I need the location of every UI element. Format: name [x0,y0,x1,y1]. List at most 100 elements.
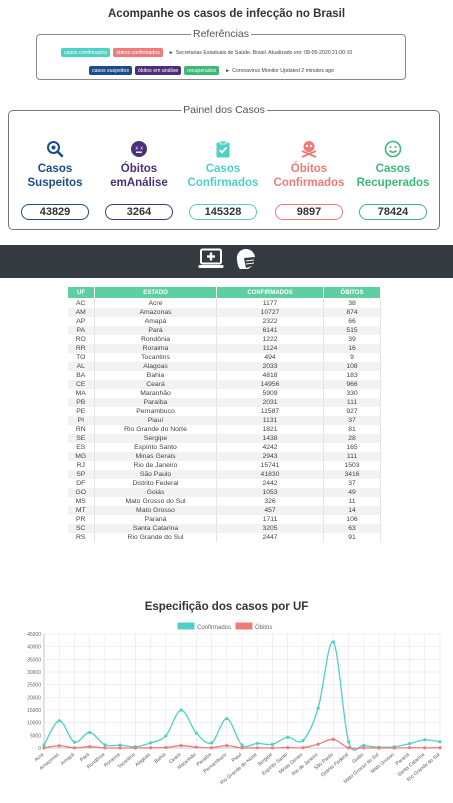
cell-uf: SC [67,524,95,533]
cell-estado: Sergipe [94,434,217,443]
cell-uf: RO [67,335,95,344]
data-point [331,640,335,644]
cell-estado: Paraná [94,515,217,524]
table-row: PE Pernambuco 11587 927 [67,407,381,416]
data-point [240,743,244,747]
data-point [423,738,427,742]
cell-confirmados: 1131 [216,416,324,425]
card-value: 78424 [359,204,427,220]
table-row: MG Minas Gerais 2943 111 [67,452,381,461]
card-label: Casos Recuperados [356,163,430,189]
cell-obitos: 108 [323,362,381,371]
tag-obitos-confirmados: óbitos confirmados [113,48,163,57]
cell-uf: PE [67,407,95,416]
y-tick-label: 30000 [27,670,41,676]
cell-obitos: 37 [323,416,381,425]
table-row: RR Roraima 1124 16 [67,344,381,353]
table-row: SP São Paulo 41830 3416 [67,470,381,479]
data-point [57,719,61,723]
cell-confirmados: 326 [216,497,324,506]
cell-estado: Bahia [94,371,217,380]
data-point [149,746,153,750]
cell-uf: RS [67,533,95,542]
clipboard-check-icon [185,140,261,160]
y-tick-label: 10000 [27,721,41,727]
data-point [438,740,442,744]
table-row: GO Goiás 1053 49 [67,488,381,497]
cell-uf: MG [67,452,95,461]
cell-uf: CE [67,380,95,389]
table-row: RO Rondônia 1222 39 [67,335,381,344]
column-header: UF [67,286,95,299]
x-tick-label: Tocantins [117,752,137,770]
cell-uf: AC [67,298,95,308]
data-point [88,745,92,749]
column-header: CONFIRMADOS [216,286,324,299]
cell-obitos: 37 [323,479,381,488]
data-point [209,746,214,750]
card-value: 9897 [275,204,343,220]
data-point [133,746,137,750]
cell-confirmados: 5909 [216,389,324,398]
data-point [316,706,320,710]
card-label: Casos Suspeitos [27,163,83,189]
cell-estado: Maranhão [94,389,217,398]
legend-swatch [235,622,253,630]
laptop-medical-icon[interactable] [198,248,224,275]
view-toggle-bar [0,245,453,278]
cell-obitos: 66 [323,317,381,326]
cell-obitos: 515 [323,326,381,335]
reference-row-2: casos suspeitos óbitos em análise recupe… [89,66,334,75]
table-row: PA Pará 6141 515 [67,326,381,335]
data-point [286,735,290,739]
data-point [301,738,305,743]
x-tick-label: Bahia [153,752,167,765]
legend-swatch [177,622,195,630]
cell-confirmados: 14956 [216,380,324,389]
data-point [179,743,183,748]
table-row: BA Bahia 4818 183 [67,371,381,380]
data-point [392,746,396,750]
cell-estado: Minas Gerais [94,452,217,461]
cell-uf: SE [67,434,95,443]
card-obitos-em-analise: xx Óbitos emAnálise 3264 [101,140,177,220]
card-value: 43829 [21,204,89,220]
cell-obitos: 9 [323,353,381,362]
cell-obitos: 874 [323,308,381,317]
line-chart: Confirmados Óbitos 0 5000 10000 15000 20000 250… [27,622,442,786]
search-virus-icon [17,140,93,160]
cell-confirmados: 1222 [216,335,324,344]
table-row: PB Paraíba 2031 111 [67,398,381,407]
data-point [423,746,427,750]
cell-uf: MS [67,497,95,506]
data-point [301,746,305,750]
cell-estado: Acre [94,298,217,308]
cell-obitos: 927 [323,407,381,416]
cell-uf: SP [67,470,95,479]
table-row: MS Mato Grosso do Sul 326 11 [67,497,381,506]
table-row: AC Acre 1177 38 [67,298,381,308]
cell-obitos: 11 [323,497,381,506]
arrow-icon: ► [168,49,174,56]
legend-label: Óbitos [255,624,272,631]
tag-obitos-em-analise: óbitos em análise [134,66,182,75]
head-side-mask-icon[interactable] [234,248,256,275]
cell-estado: Rio de Janeiro [94,461,217,470]
cell-obitos: 165 [323,443,381,452]
cell-estado: Amazonas [94,308,217,317]
data-point [225,717,229,721]
cell-estado: Pernambuco [94,407,217,416]
data-point [240,746,244,750]
cell-confirmados: 41830 [216,470,324,479]
data-point [255,746,259,750]
data-point [164,734,168,738]
cell-obitos: 91 [323,533,381,542]
data-point [118,746,122,750]
cell-confirmados: 11587 [216,407,324,416]
data-point [103,746,107,750]
cell-uf: RR [67,344,95,353]
table-row: DF Distrito Federal 2442 37 [67,479,381,488]
data-point [270,742,275,746]
table-row: AP Amapá 2322 66 [67,317,381,326]
cell-uf: PB [67,398,95,407]
